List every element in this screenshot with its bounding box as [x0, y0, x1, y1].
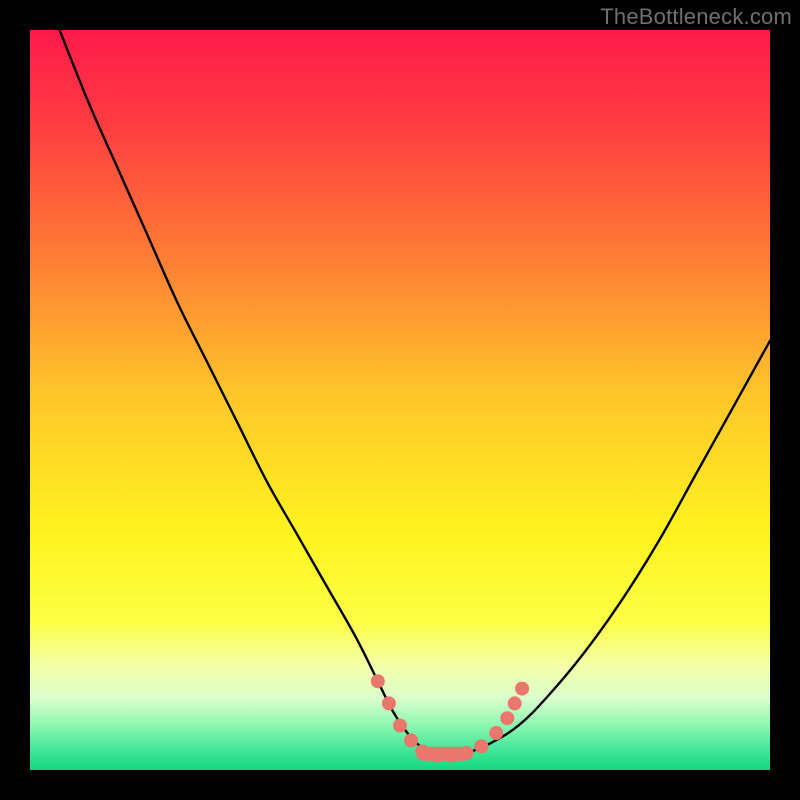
marker-dot [500, 711, 514, 725]
marker-dot [515, 682, 529, 696]
marker-dot [404, 733, 418, 747]
marker-dot [382, 696, 396, 710]
marker-dot [393, 719, 407, 733]
marker-dot [371, 674, 385, 688]
marker-dot [508, 696, 522, 710]
watermark-text: TheBottleneck.com [600, 4, 792, 30]
plot-area [30, 30, 770, 770]
marker-dot [489, 726, 503, 740]
chart-canvas: TheBottleneck.com [0, 0, 800, 800]
curve-layer [30, 30, 770, 770]
bottleneck-curve [60, 30, 770, 755]
optimal-range-markers [371, 674, 529, 762]
marker-pill [416, 747, 472, 761]
marker-dot [474, 739, 488, 753]
